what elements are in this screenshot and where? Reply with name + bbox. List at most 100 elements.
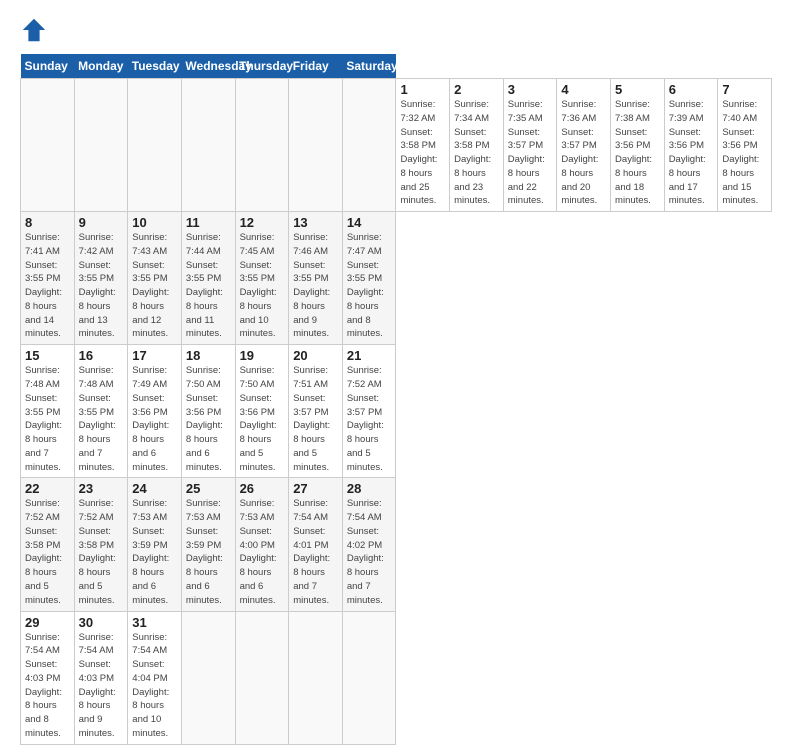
day-of-week-sunday: Sunday — [21, 54, 75, 79]
day-number: 7 — [722, 82, 767, 97]
day-number: 23 — [79, 481, 124, 496]
day-number: 5 — [615, 82, 660, 97]
day-info: Sunrise: 7:34 AM Sunset: 3:58 PM Dayligh… — [454, 98, 499, 208]
calendar-cell — [181, 79, 235, 212]
calendar-cell — [21, 79, 75, 212]
calendar-cell: 27 Sunrise: 7:54 AM Sunset: 4:01 PM Dayl… — [289, 478, 343, 611]
calendar-cell — [235, 611, 289, 744]
page: SundayMondayTuesdayWednesdayThursdayFrid… — [0, 0, 792, 755]
calendar-cell: 21 Sunrise: 7:52 AM Sunset: 3:57 PM Dayl… — [342, 345, 396, 478]
day-of-week-saturday: Saturday — [342, 54, 396, 79]
day-of-week-tuesday: Tuesday — [128, 54, 182, 79]
header — [20, 16, 772, 44]
day-info: Sunrise: 7:53 AM Sunset: 3:59 PM Dayligh… — [186, 497, 231, 607]
calendar-cell — [342, 611, 396, 744]
day-info: Sunrise: 7:45 AM Sunset: 3:55 PM Dayligh… — [240, 231, 285, 341]
logo — [20, 16, 52, 44]
day-info: Sunrise: 7:47 AM Sunset: 3:55 PM Dayligh… — [347, 231, 392, 341]
calendar-header-row: SundayMondayTuesdayWednesdayThursdayFrid… — [21, 54, 772, 79]
day-info: Sunrise: 7:42 AM Sunset: 3:55 PM Dayligh… — [79, 231, 124, 341]
day-number: 21 — [347, 348, 392, 363]
day-info: Sunrise: 7:48 AM Sunset: 3:55 PM Dayligh… — [25, 364, 70, 474]
day-number: 17 — [132, 348, 177, 363]
day-number: 22 — [25, 481, 70, 496]
calendar-cell: 8 Sunrise: 7:41 AM Sunset: 3:55 PM Dayli… — [21, 212, 75, 345]
day-info: Sunrise: 7:54 AM Sunset: 4:03 PM Dayligh… — [79, 631, 124, 741]
day-info: Sunrise: 7:43 AM Sunset: 3:55 PM Dayligh… — [132, 231, 177, 341]
calendar-cell: 14 Sunrise: 7:47 AM Sunset: 3:55 PM Dayl… — [342, 212, 396, 345]
calendar-cell: 29 Sunrise: 7:54 AM Sunset: 4:03 PM Dayl… — [21, 611, 75, 744]
logo-icon — [20, 16, 48, 44]
calendar-cell: 3 Sunrise: 7:35 AM Sunset: 3:57 PM Dayli… — [503, 79, 557, 212]
calendar-cell: 19 Sunrise: 7:50 AM Sunset: 3:56 PM Dayl… — [235, 345, 289, 478]
day-info: Sunrise: 7:52 AM Sunset: 3:58 PM Dayligh… — [25, 497, 70, 607]
calendar-cell: 5 Sunrise: 7:38 AM Sunset: 3:56 PM Dayli… — [611, 79, 665, 212]
day-number: 9 — [79, 215, 124, 230]
day-of-week-wednesday: Wednesday — [181, 54, 235, 79]
calendar-cell: 23 Sunrise: 7:52 AM Sunset: 3:58 PM Dayl… — [74, 478, 128, 611]
day-info: Sunrise: 7:54 AM Sunset: 4:01 PM Dayligh… — [293, 497, 338, 607]
calendar-cell: 31 Sunrise: 7:54 AM Sunset: 4:04 PM Dayl… — [128, 611, 182, 744]
day-number: 3 — [508, 82, 553, 97]
calendar-table: SundayMondayTuesdayWednesdayThursdayFrid… — [20, 54, 772, 745]
calendar-cell: 10 Sunrise: 7:43 AM Sunset: 3:55 PM Dayl… — [128, 212, 182, 345]
day-number: 19 — [240, 348, 285, 363]
calendar-cell: 22 Sunrise: 7:52 AM Sunset: 3:58 PM Dayl… — [21, 478, 75, 611]
calendar-cell: 2 Sunrise: 7:34 AM Sunset: 3:58 PM Dayli… — [450, 79, 504, 212]
day-info: Sunrise: 7:53 AM Sunset: 3:59 PM Dayligh… — [132, 497, 177, 607]
calendar-cell: 17 Sunrise: 7:49 AM Sunset: 3:56 PM Dayl… — [128, 345, 182, 478]
day-of-week-monday: Monday — [74, 54, 128, 79]
calendar-cell: 12 Sunrise: 7:45 AM Sunset: 3:55 PM Dayl… — [235, 212, 289, 345]
day-number: 8 — [25, 215, 70, 230]
day-number: 4 — [561, 82, 606, 97]
day-info: Sunrise: 7:32 AM Sunset: 3:58 PM Dayligh… — [400, 98, 445, 208]
calendar-cell — [181, 611, 235, 744]
day-number: 26 — [240, 481, 285, 496]
day-number: 10 — [132, 215, 177, 230]
calendar-cell — [128, 79, 182, 212]
day-number: 27 — [293, 481, 338, 496]
day-info: Sunrise: 7:53 AM Sunset: 4:00 PM Dayligh… — [240, 497, 285, 607]
day-number: 24 — [132, 481, 177, 496]
calendar-cell: 16 Sunrise: 7:48 AM Sunset: 3:55 PM Dayl… — [74, 345, 128, 478]
day-number: 28 — [347, 481, 392, 496]
day-info: Sunrise: 7:49 AM Sunset: 3:56 PM Dayligh… — [132, 364, 177, 474]
calendar-cell: 13 Sunrise: 7:46 AM Sunset: 3:55 PM Dayl… — [289, 212, 343, 345]
day-number: 14 — [347, 215, 392, 230]
calendar-cell: 25 Sunrise: 7:53 AM Sunset: 3:59 PM Dayl… — [181, 478, 235, 611]
calendar-cell: 15 Sunrise: 7:48 AM Sunset: 3:55 PM Dayl… — [21, 345, 75, 478]
calendar-cell — [342, 79, 396, 212]
calendar-cell — [235, 79, 289, 212]
calendar-cell: 1 Sunrise: 7:32 AM Sunset: 3:58 PM Dayli… — [396, 79, 450, 212]
day-number: 11 — [186, 215, 231, 230]
day-number: 30 — [79, 615, 124, 630]
day-info: Sunrise: 7:41 AM Sunset: 3:55 PM Dayligh… — [25, 231, 70, 341]
calendar-cell: 30 Sunrise: 7:54 AM Sunset: 4:03 PM Dayl… — [74, 611, 128, 744]
calendar-cell: 18 Sunrise: 7:50 AM Sunset: 3:56 PM Dayl… — [181, 345, 235, 478]
day-number: 29 — [25, 615, 70, 630]
day-number: 18 — [186, 348, 231, 363]
calendar-cell — [289, 79, 343, 212]
day-info: Sunrise: 7:54 AM Sunset: 4:02 PM Dayligh… — [347, 497, 392, 607]
day-info: Sunrise: 7:39 AM Sunset: 3:56 PM Dayligh… — [669, 98, 714, 208]
day-info: Sunrise: 7:52 AM Sunset: 3:58 PM Dayligh… — [79, 497, 124, 607]
day-number: 31 — [132, 615, 177, 630]
day-number: 25 — [186, 481, 231, 496]
calendar-cell — [74, 79, 128, 212]
day-number: 6 — [669, 82, 714, 97]
day-number: 1 — [400, 82, 445, 97]
day-info: Sunrise: 7:54 AM Sunset: 4:03 PM Dayligh… — [25, 631, 70, 741]
day-number: 2 — [454, 82, 499, 97]
day-info: Sunrise: 7:50 AM Sunset: 3:56 PM Dayligh… — [186, 364, 231, 474]
calendar-cell: 28 Sunrise: 7:54 AM Sunset: 4:02 PM Dayl… — [342, 478, 396, 611]
day-info: Sunrise: 7:46 AM Sunset: 3:55 PM Dayligh… — [293, 231, 338, 341]
day-info: Sunrise: 7:35 AM Sunset: 3:57 PM Dayligh… — [508, 98, 553, 208]
calendar-cell: 7 Sunrise: 7:40 AM Sunset: 3:56 PM Dayli… — [718, 79, 772, 212]
calendar-cell: 24 Sunrise: 7:53 AM Sunset: 3:59 PM Dayl… — [128, 478, 182, 611]
day-number: 13 — [293, 215, 338, 230]
day-info: Sunrise: 7:44 AM Sunset: 3:55 PM Dayligh… — [186, 231, 231, 341]
calendar-cell: 26 Sunrise: 7:53 AM Sunset: 4:00 PM Dayl… — [235, 478, 289, 611]
calendar-cell: 9 Sunrise: 7:42 AM Sunset: 3:55 PM Dayli… — [74, 212, 128, 345]
day-number: 16 — [79, 348, 124, 363]
day-info: Sunrise: 7:51 AM Sunset: 3:57 PM Dayligh… — [293, 364, 338, 474]
